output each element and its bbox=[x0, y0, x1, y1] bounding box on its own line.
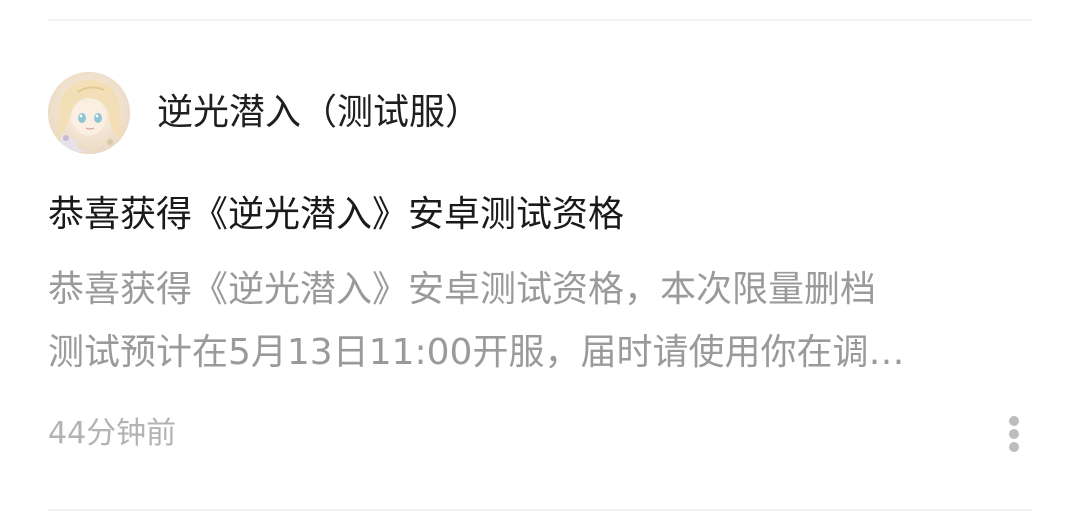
divider bbox=[48, 19, 1032, 21]
divider bbox=[48, 509, 1032, 511]
post-summary[interactable]: 恭喜获得《逆光潜入》安卓测试资格，本次限量删档 测试预计在5月13日11:00开… bbox=[48, 258, 1032, 384]
summary-line: 恭喜获得《逆光潜入》安卓测试资格，本次限量删档 bbox=[48, 269, 877, 310]
dot bbox=[1009, 429, 1019, 439]
post-title[interactable]: 恭喜获得《逆光潜入》安卓测试资格 bbox=[48, 190, 1032, 240]
post-timestamp: 44分钟前 bbox=[48, 416, 177, 451]
author-avatar[interactable] bbox=[48, 72, 130, 154]
summary-line: 测试预计在5月13日11:00开服，届时请使用你在调… bbox=[48, 332, 905, 373]
dot bbox=[1009, 416, 1019, 426]
post-card[interactable]: 逆光潜入（测试服） 恭喜获得《逆光潜入》安卓测试资格 恭喜获得《逆光潜入》安卓测… bbox=[0, 0, 1080, 512]
dot bbox=[1009, 442, 1019, 452]
author-name[interactable]: 逆光潜入（测试服） bbox=[157, 88, 481, 138]
more-options-button[interactable] bbox=[996, 408, 1032, 460]
anime-avatar-icon bbox=[48, 72, 130, 154]
